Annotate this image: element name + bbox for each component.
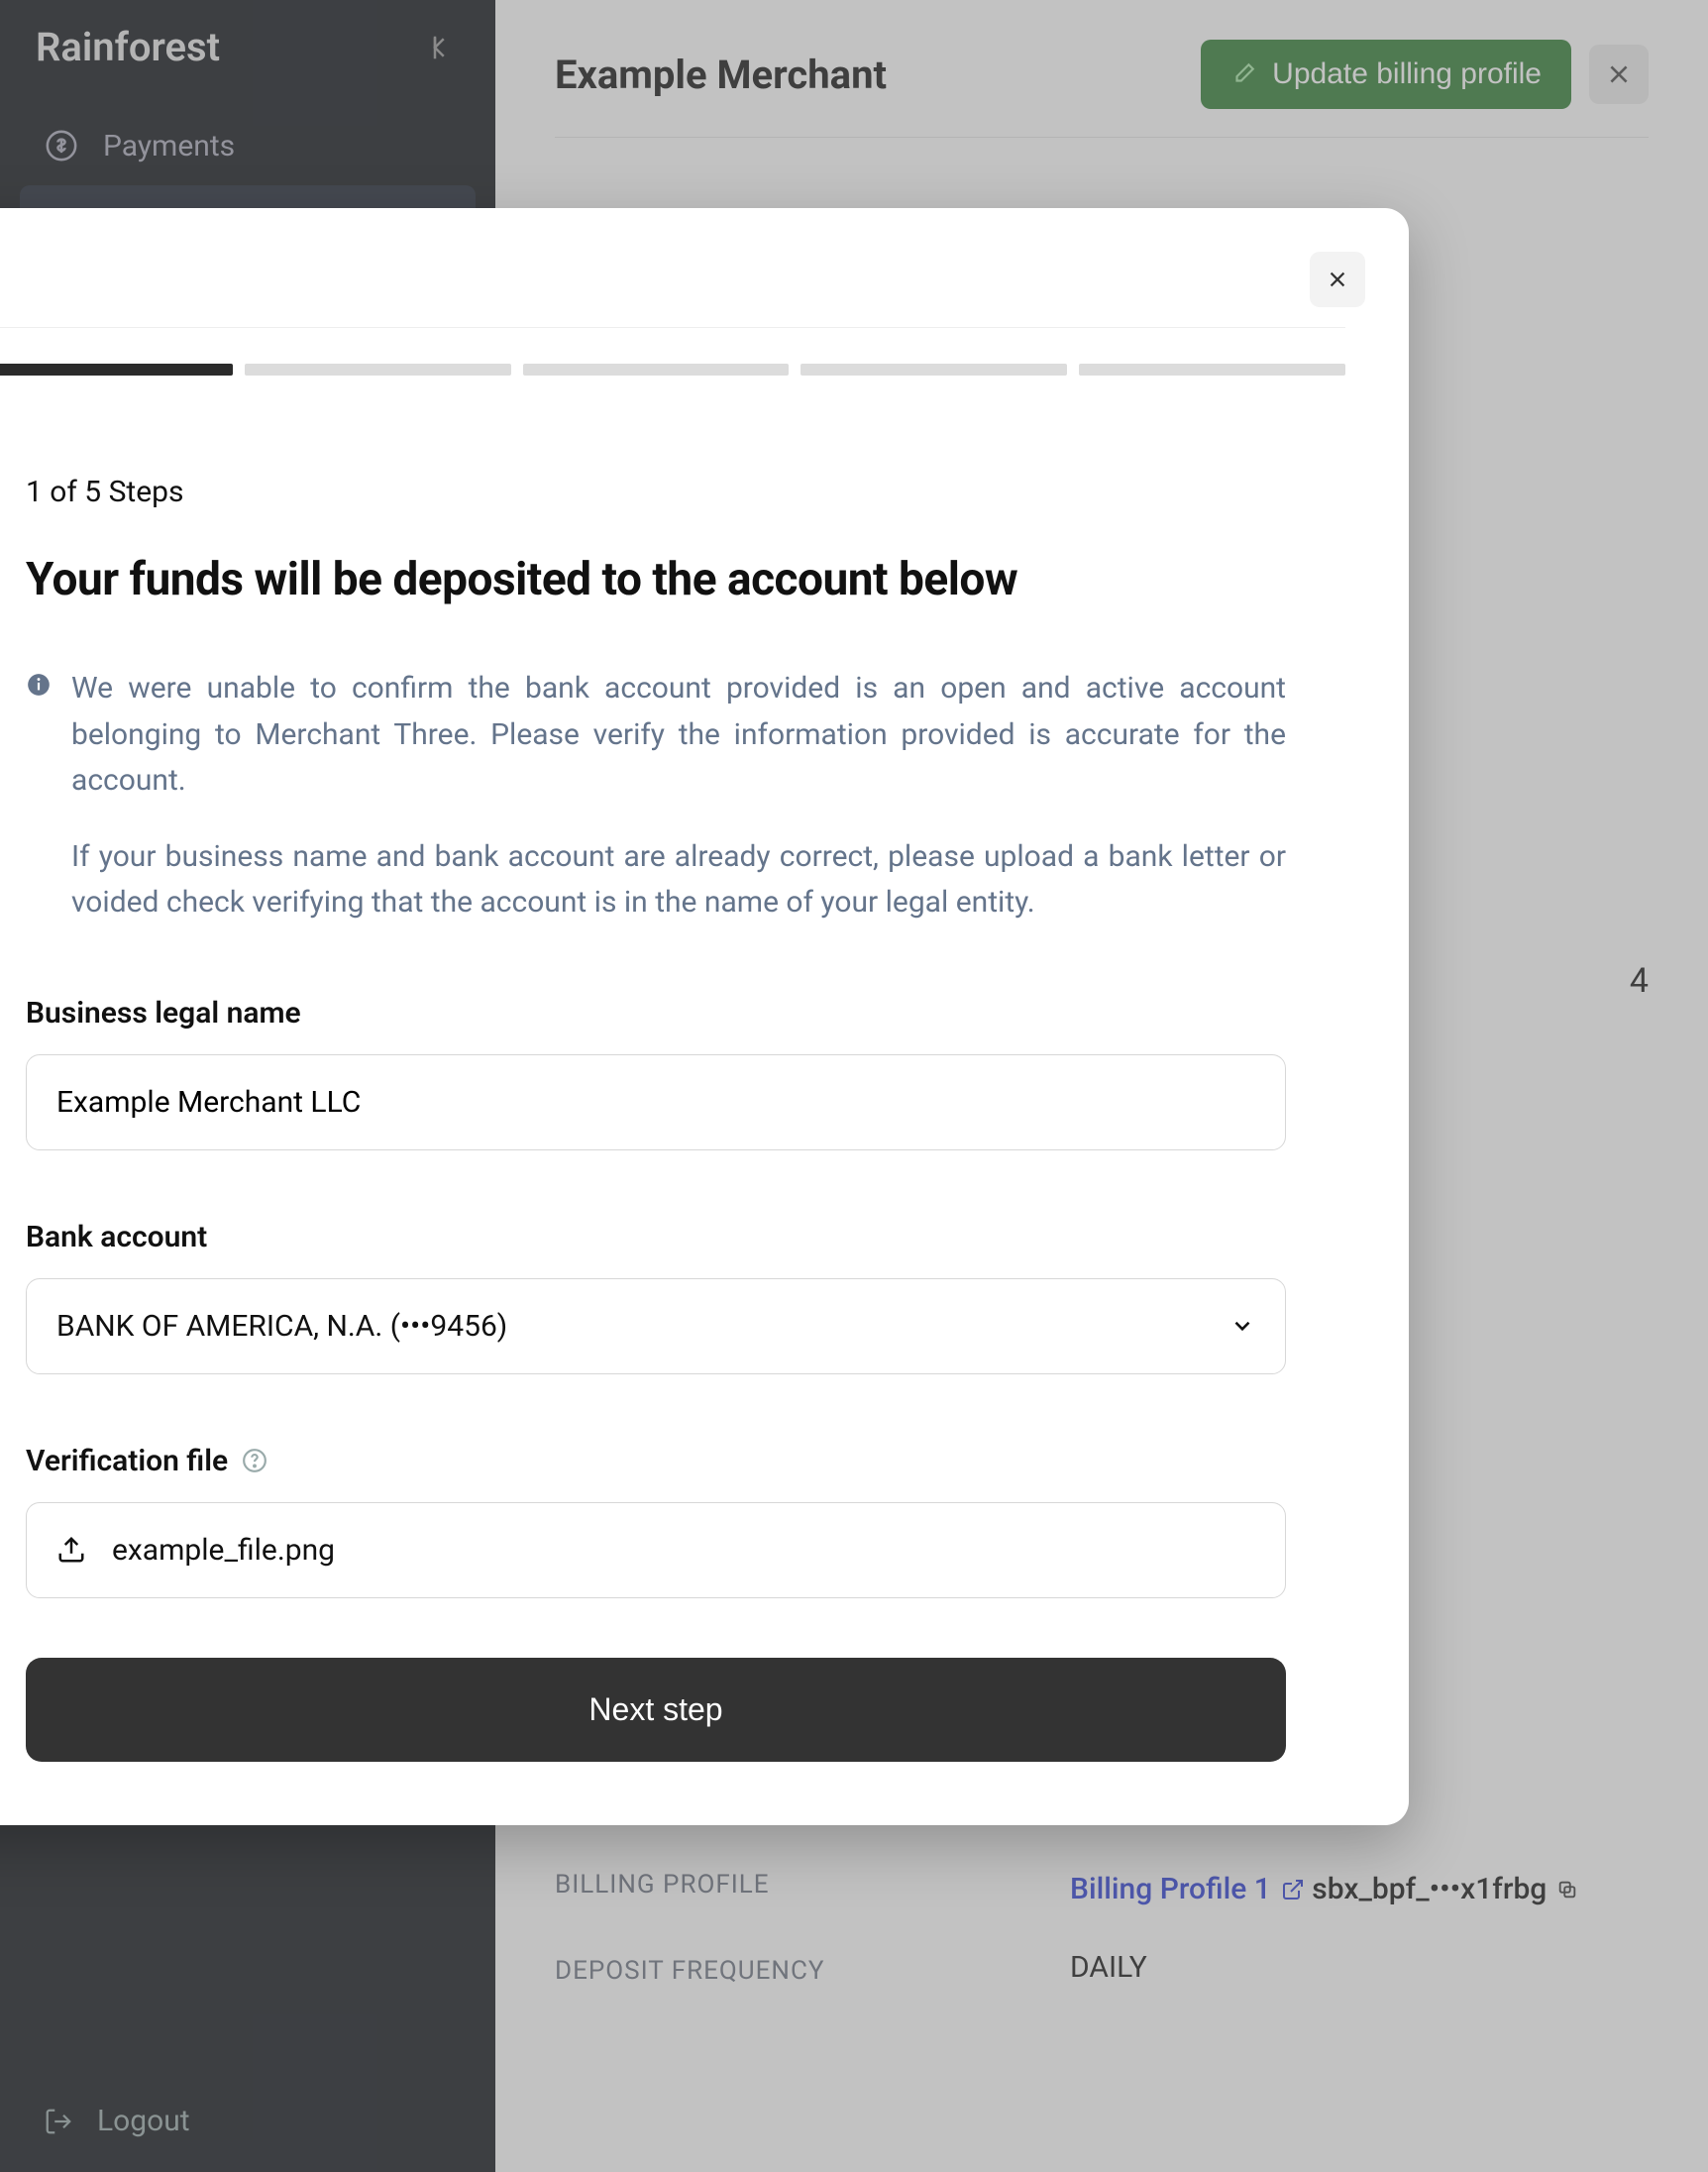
legal-name-input-el[interactable] [56,1085,1255,1120]
chevron-down-icon [1229,1313,1255,1339]
verification-file-label: Verification file [26,1444,228,1478]
modal-title: Your funds will be deposited to the acco… [26,553,1286,606]
modal-overlay: 1 of 5 Steps Your funds will be deposite… [0,0,1708,2172]
help-icon[interactable] [242,1448,267,1473]
verification-file-input[interactable]: example_file.png [26,1502,1286,1598]
close-icon [1327,269,1348,290]
info-icon [26,672,52,926]
info-alert: We were unable to confirm the bank accou… [26,666,1286,926]
step-indicator-2 [245,364,511,376]
field-legal-name: Business legal name [26,996,1286,1150]
step-indicator-5 [1079,364,1345,376]
verification-file-name: example_file.png [112,1533,335,1568]
legal-name-label: Business legal name [26,996,1286,1031]
field-verification-file: Verification file example_file.png [26,1444,1286,1598]
alert-paragraph-2: If your business name and bank account a… [71,834,1286,926]
next-step-label: Next step [588,1691,722,1727]
bank-account-select[interactable]: BANK OF AMERICA, N.A. (•••9456) [26,1278,1286,1374]
step-progress [0,364,1345,376]
next-step-button[interactable]: Next step [26,1658,1286,1762]
field-bank-account: Bank account BANK OF AMERICA, N.A. (•••9… [26,1220,1286,1374]
step-indicator-4 [801,364,1067,376]
bank-account-label: Bank account [26,1220,1286,1254]
step-count: 1 of 5 Steps [26,475,1286,509]
step-indicator-3 [523,364,790,376]
bank-account-value: BANK OF AMERICA, N.A. (•••9456) [56,1309,507,1344]
alert-paragraph-1: We were unable to confirm the bank accou… [71,666,1286,805]
modal-close-button[interactable] [1310,252,1365,307]
step-indicator-1 [0,364,233,376]
onboarding-modal: 1 of 5 Steps Your funds will be deposite… [0,208,1409,1825]
legal-name-input[interactable] [26,1054,1286,1150]
upload-icon [56,1535,86,1565]
